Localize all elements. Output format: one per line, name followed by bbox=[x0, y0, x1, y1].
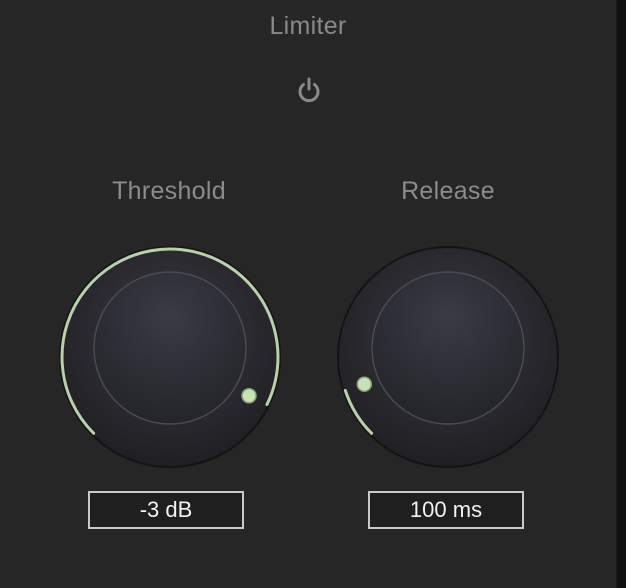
threshold-knob[interactable] bbox=[55, 242, 285, 472]
power-icon bbox=[298, 77, 320, 103]
threshold-indicator-dot bbox=[241, 387, 257, 404]
threshold-knob-cap bbox=[93, 271, 247, 425]
release-knob-cap bbox=[371, 271, 525, 425]
plugin-title: Limiter bbox=[269, 12, 347, 40]
threshold-value-field[interactable]: -3 dB bbox=[88, 491, 244, 529]
limiter-panel: Limiter Threshold Release -3 dB 100 ms bbox=[0, 0, 617, 588]
release-indicator-dot bbox=[356, 376, 373, 392]
release-value-field[interactable]: 100 ms bbox=[368, 491, 524, 529]
release-label: Release bbox=[401, 177, 495, 205]
power-button[interactable] bbox=[293, 74, 325, 106]
release-knob[interactable] bbox=[333, 242, 563, 472]
threshold-label: Threshold bbox=[112, 177, 226, 205]
